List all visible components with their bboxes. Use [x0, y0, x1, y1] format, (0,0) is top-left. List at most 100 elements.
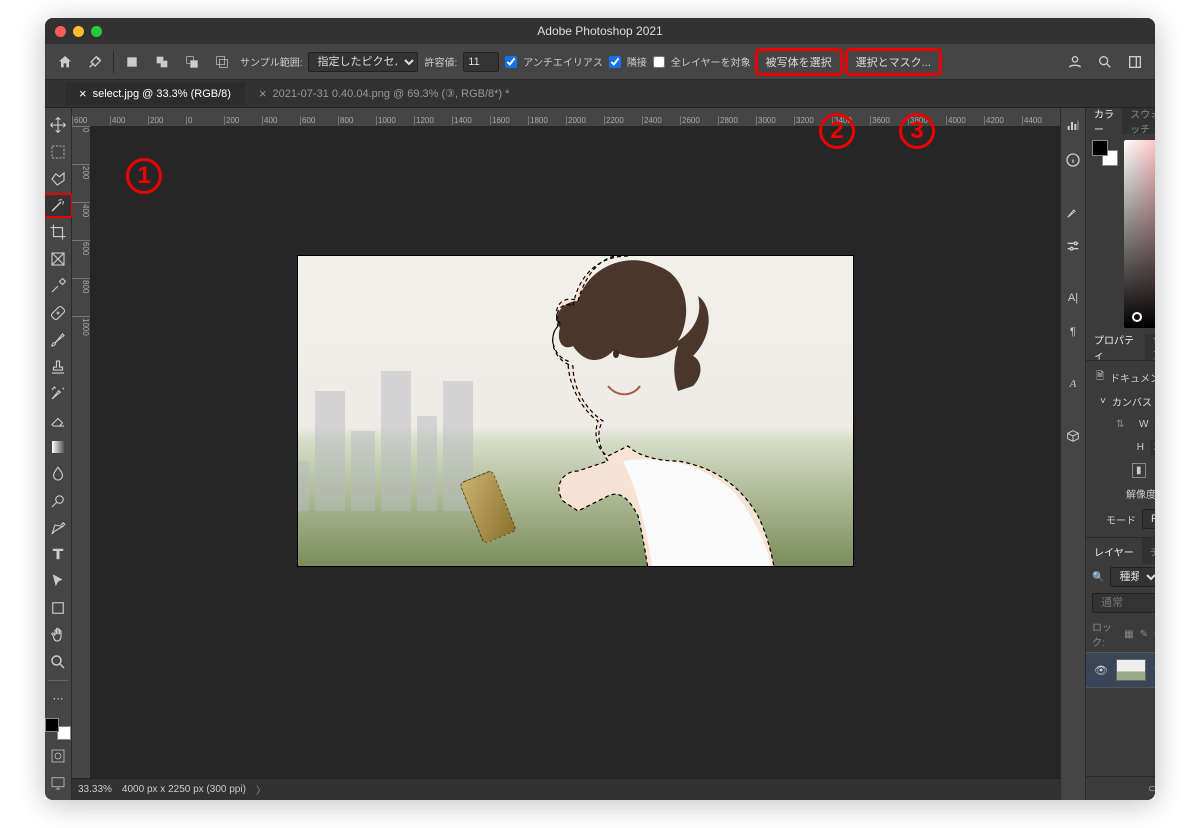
close-icon[interactable]: × [259, 86, 267, 101]
stamp-tool[interactable] [45, 356, 71, 378]
select-and-mask-button[interactable]: 選択とマスク... [847, 50, 940, 74]
tool-preset-icon[interactable] [83, 50, 107, 74]
layer-row[interactable]: 👁 背景 🔒 [1086, 652, 1155, 688]
tab-layers[interactable]: レイヤー [1086, 538, 1142, 564]
add-selection-icon[interactable] [150, 50, 174, 74]
sample-label: サンプル範囲: [240, 54, 302, 69]
vertical-ruler[interactable]: 02004006008001000 [72, 126, 90, 800]
zoom-level[interactable]: 33.33% [78, 784, 112, 795]
brushes-icon[interactable] [1061, 200, 1085, 224]
type-tool[interactable] [45, 544, 71, 566]
tab-color[interactable]: カラー [1086, 108, 1122, 134]
color-swatch[interactable] [45, 718, 71, 740]
tab-swatches[interactable]: スウォッチ [1122, 108, 1155, 134]
eyedropper-tool[interactable] [45, 275, 71, 297]
width-input[interactable]: 4000 px [1154, 417, 1155, 432]
gradient-tool[interactable] [45, 436, 71, 458]
info-icon[interactable] [1061, 148, 1085, 172]
canvas-section[interactable]: カンバス [1112, 394, 1152, 409]
document-tabs: ×select.jpg @ 33.3% (RGB/8) ×2021-07-31 … [45, 80, 1155, 108]
screen-mode-tool[interactable] [45, 772, 71, 794]
document-canvas[interactable] [298, 256, 853, 566]
marquee-tool[interactable] [45, 141, 71, 163]
shape-tool[interactable] [45, 597, 71, 619]
antialias-checkbox[interactable] [505, 56, 517, 68]
magic-wand-tool[interactable] [45, 195, 71, 217]
history-brush-tool[interactable] [45, 382, 71, 404]
intersect-selection-icon[interactable] [210, 50, 234, 74]
path-selection-tool[interactable] [45, 570, 71, 592]
window-title: Adobe Photoshop 2021 [45, 24, 1155, 38]
layer-thumbnail[interactable] [1116, 659, 1146, 681]
color-field[interactable] [1124, 140, 1155, 328]
layer-name[interactable]: 背景 [1154, 662, 1155, 678]
tools-panel: ⋯ [45, 108, 72, 800]
edit-toolbar[interactable]: ⋯ [45, 688, 71, 710]
window-close[interactable] [55, 26, 66, 37]
resolution-text: 解像度 : 300 pixel/inch [1126, 486, 1155, 501]
tab-select-jpg[interactable]: ×select.jpg @ 33.3% (RGB/8) [65, 82, 245, 105]
subject-silhouette [478, 256, 798, 566]
quick-mask-tool[interactable] [45, 745, 71, 767]
window-zoom[interactable] [91, 26, 102, 37]
options-bar: サンプル範囲: 指定したピクセル 許容値: アンチエイリアス 隣接 全レイヤーを… [45, 44, 1155, 80]
move-tool[interactable] [45, 114, 71, 136]
tab-adjustments[interactable]: 色調補正 [1145, 334, 1155, 360]
fg-bg-swatch[interactable] [1092, 140, 1118, 166]
healing-tool[interactable] [45, 302, 71, 324]
tolerance-label: 許容値: [424, 54, 457, 69]
document-icon: 🗎 [1096, 369, 1104, 386]
crop-tool[interactable] [45, 221, 71, 243]
glyphs-icon[interactable]: A [1061, 372, 1085, 396]
collapsed-panels: A| ¶ A [1060, 108, 1085, 800]
brush-tool[interactable] [45, 329, 71, 351]
search-icon[interactable] [1093, 50, 1117, 74]
histogram-icon[interactable] [1061, 114, 1085, 138]
lock-brush-icon[interactable]: ✎ [1140, 629, 1148, 640]
sample-select[interactable]: 指定したピクセル [308, 52, 418, 72]
lock-position-icon[interactable]: ✥ [1154, 629, 1155, 640]
select-subject-button[interactable]: 被写体を選択 [757, 50, 841, 74]
all-layers-label: 全レイヤーを対象 [671, 54, 751, 69]
tab-channels[interactable]: チャンネル [1142, 538, 1155, 564]
doc-info[interactable]: 4000 px x 2250 px (300 ppi) [122, 784, 246, 795]
zoom-tool[interactable] [45, 651, 71, 673]
layer-filter-select[interactable]: 種類 [1110, 567, 1155, 587]
character-icon[interactable]: A| [1061, 286, 1085, 310]
tolerance-input[interactable] [463, 52, 499, 72]
titlebar: Adobe Photoshop 2021 [45, 18, 1155, 44]
all-layers-checkbox[interactable] [653, 56, 665, 68]
right-panels: カラー スウォッチ グラデーショ パターン ≡ プロパティ 色調補正 CC ライ… [1085, 108, 1155, 800]
workspace-icon[interactable] [1123, 50, 1147, 74]
libraries-icon[interactable] [1061, 424, 1085, 448]
portrait-icon[interactable]: ▮ [1132, 463, 1146, 478]
lasso-tool[interactable] [45, 168, 71, 190]
blend-mode-select[interactable]: 通常 [1092, 593, 1155, 613]
tab-png[interactable]: ×2021-07-31 0.40.04.png @ 69.3% (③, RGB/… [245, 82, 523, 105]
canvas-area: 6004002000200400600800100012001400160018… [72, 108, 1060, 800]
frame-tool[interactable] [45, 248, 71, 270]
cloud-docs-icon[interactable] [1063, 50, 1087, 74]
paragraph-icon[interactable]: ¶ [1061, 320, 1085, 344]
close-icon[interactable]: × [79, 86, 87, 101]
home-icon[interactable] [53, 50, 77, 74]
adjustments-icon[interactable] [1061, 234, 1085, 258]
lock-pixels-icon[interactable]: ▦ [1124, 629, 1133, 640]
eraser-tool[interactable] [45, 409, 71, 431]
tab-properties[interactable]: プロパティ [1086, 334, 1145, 360]
pen-tool[interactable] [45, 517, 71, 539]
hand-tool[interactable] [45, 624, 71, 646]
blur-tool[interactable] [45, 463, 71, 485]
link-layers-icon[interactable]: ⊂⊃ [1148, 782, 1155, 795]
mode-select[interactable]: RGB カラー [1142, 509, 1155, 529]
window-minimize[interactable] [73, 26, 84, 37]
dodge-tool[interactable] [45, 490, 71, 512]
height-input[interactable]: 2250 px [1150, 440, 1155, 455]
contiguous-checkbox[interactable] [609, 56, 621, 68]
subtract-selection-icon[interactable] [180, 50, 204, 74]
new-selection-icon[interactable] [120, 50, 144, 74]
antialias-label: アンチエイリアス [523, 54, 603, 69]
visibility-icon[interactable]: 👁 [1094, 664, 1108, 677]
horizontal-ruler[interactable]: 6004002000200400600800100012001400160018… [72, 108, 1060, 126]
canvas-stage[interactable] [90, 126, 1060, 778]
